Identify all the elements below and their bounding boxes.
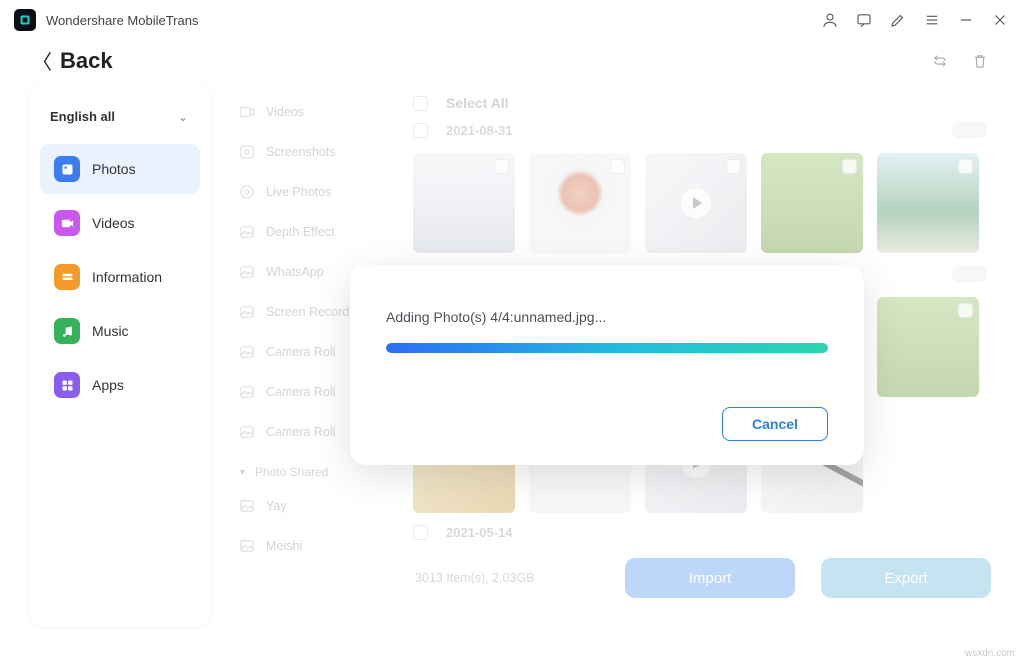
account-icon[interactable] [821, 11, 839, 29]
photos-icon [54, 156, 80, 182]
item-stats: 3013 Item(s), 2.03GB [415, 571, 535, 585]
group-date: 2021-05-14 [446, 525, 513, 540]
photo-thumbnail[interactable] [761, 153, 863, 253]
select-all-row: Select All [409, 93, 997, 119]
chevron-down-icon: ⌄ [178, 110, 188, 124]
language-label: English all [50, 109, 115, 124]
thumb-row-1 [409, 147, 997, 263]
select-all-checkbox[interactable] [413, 96, 428, 111]
photo-thumbnail[interactable] [413, 153, 515, 253]
category-label: Screenshots [266, 145, 335, 159]
sidebar-item-music[interactable]: Music [40, 306, 200, 356]
thumbnail-checkbox[interactable] [610, 159, 625, 174]
category-label: Yay [266, 499, 287, 513]
image-icon [238, 223, 256, 241]
app-title: Wondershare MobileTrans [46, 13, 198, 28]
screenshot-icon [238, 143, 256, 161]
category-shared-meishi[interactable]: Meishi [230, 529, 383, 563]
thumbnail-checkbox[interactable] [842, 159, 857, 174]
close-icon[interactable] [991, 11, 1009, 29]
back-button[interactable]: 〈 Back [32, 46, 113, 75]
photo-thumbnail[interactable] [877, 297, 979, 397]
watermark: wsxdn.com [965, 648, 1015, 659]
photo-thumbnail[interactable] [529, 153, 631, 253]
information-icon [54, 264, 80, 290]
title-bar: Wondershare MobileTrans [0, 0, 1023, 40]
sub-bar: 〈 Back [0, 40, 1023, 83]
thumbnail-checkbox[interactable] [494, 159, 509, 174]
category-label: Camera Roll [266, 425, 335, 439]
category-live-photos[interactable]: Live Photos [230, 175, 383, 209]
photo-thumbnail[interactable] [877, 153, 979, 253]
image-icon [238, 497, 256, 515]
thumbnail-checkbox[interactable] [958, 159, 973, 174]
export-button[interactable]: Export [821, 558, 991, 598]
sidebar: English all ⌄ Photos Videos Information … [30, 83, 210, 626]
cancel-button[interactable]: Cancel [722, 407, 828, 441]
sidebar-item-label: Music [92, 323, 129, 339]
minimize-icon[interactable] [957, 11, 975, 29]
category-label: Live Photos [266, 185, 331, 199]
date-group-row: 2021-05-14 [409, 523, 997, 548]
category-label: Videos [266, 105, 304, 119]
photo-thumbnail[interactable] [645, 153, 747, 253]
image-icon [238, 537, 256, 555]
delete-icon[interactable] [971, 52, 989, 70]
caret-down-icon: ▼ [238, 467, 247, 477]
group-count-pill [951, 121, 987, 139]
category-depth-effect[interactable]: Depth Effect [230, 215, 383, 249]
content-footer: 3013 Item(s), 2.03GB Import Export [409, 548, 997, 598]
edit-icon[interactable] [889, 11, 907, 29]
thumbnail-checkbox[interactable] [726, 159, 741, 174]
category-label: Depth Effect [266, 225, 335, 239]
sidebar-item-label: Apps [92, 377, 124, 393]
language-selector[interactable]: English all ⌄ [40, 103, 200, 140]
group-date: 2021-08-31 [446, 123, 513, 138]
group-checkbox[interactable] [413, 525, 428, 540]
image-icon [238, 343, 256, 361]
chevron-left-icon: 〈 [32, 46, 52, 75]
sidebar-item-label: Information [92, 269, 162, 285]
refresh-icon[interactable] [931, 52, 949, 70]
import-button[interactable]: Import [625, 558, 795, 598]
sidebar-item-videos[interactable]: Videos [40, 198, 200, 248]
category-label: Camera Roll [266, 345, 335, 359]
sidebar-item-apps[interactable]: Apps [40, 360, 200, 410]
menu-icon[interactable] [923, 11, 941, 29]
sidebar-item-information[interactable]: Information [40, 252, 200, 302]
date-group-row: 2021-08-31 [409, 119, 997, 147]
category-shared-yay[interactable]: Yay [230, 489, 383, 523]
modal-message: Adding Photo(s) 4/4:unnamed.jpg... [386, 309, 828, 325]
progress-modal: Adding Photo(s) 4/4:unnamed.jpg... Cance… [350, 265, 864, 465]
image-icon [238, 383, 256, 401]
music-icon [54, 318, 80, 344]
group-checkbox[interactable] [413, 123, 428, 138]
thumbnail-checkbox[interactable] [958, 303, 973, 318]
group-count-pill [951, 265, 987, 283]
app-logo [14, 9, 36, 31]
category-screenshots[interactable]: Screenshots [230, 135, 383, 169]
sidebar-item-label: Photos [92, 161, 136, 177]
category-label: Meishi [266, 539, 302, 553]
image-icon [238, 303, 256, 321]
video-icon [238, 103, 256, 121]
feedback-icon[interactable] [855, 11, 873, 29]
category-label: Camera Roll [266, 385, 335, 399]
select-all-label: Select All [446, 95, 509, 111]
progress-fill [386, 343, 828, 353]
category-label: Screen Recorder [266, 305, 361, 319]
category-videos[interactable]: Videos [230, 95, 383, 129]
play-icon [681, 188, 711, 218]
back-label: Back [60, 48, 113, 74]
image-icon [238, 263, 256, 281]
image-icon [238, 423, 256, 441]
apps-icon [54, 372, 80, 398]
category-label: WhatsApp [266, 265, 324, 279]
sidebar-item-photos[interactable]: Photos [40, 144, 200, 194]
progress-track [386, 343, 828, 353]
sidebar-item-label: Videos [92, 215, 135, 231]
videos-icon [54, 210, 80, 236]
live-photo-icon [238, 183, 256, 201]
